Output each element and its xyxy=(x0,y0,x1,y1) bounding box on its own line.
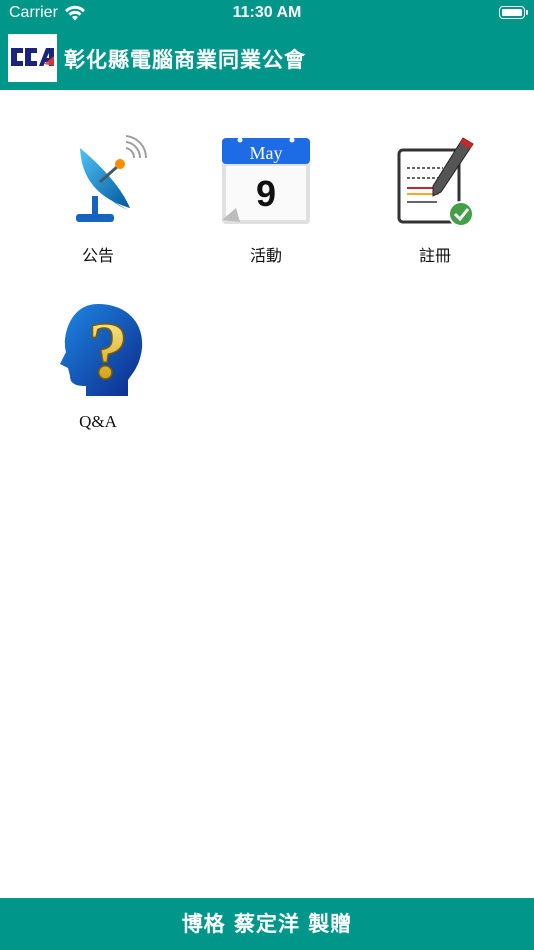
top-bar: Carrier 11:30 AM 彰化縣電腦商業同業公會 xyxy=(0,0,534,90)
menu-label-announcements: 公告 xyxy=(81,246,114,265)
menu-label-register: 註冊 xyxy=(418,246,451,265)
menu-item-events[interactable]: May 9 活動 xyxy=(201,130,331,266)
menu-item-announcements[interactable]: 公告 xyxy=(33,130,163,266)
menu-item-qa[interactable]: ? Q&A xyxy=(33,300,163,432)
calendar-month: May xyxy=(250,143,283,163)
question-head-icon: ? xyxy=(60,304,143,397)
calendar-icon: May 9 xyxy=(222,137,310,224)
status-time: 11:30 AM xyxy=(232,4,302,21)
register-checklist-icon xyxy=(397,137,474,227)
satellite-dish-icon xyxy=(76,135,148,222)
menu-label-qa: Q&A xyxy=(79,412,117,431)
footer-credit: 博格 蔡定洋 製贈 xyxy=(0,898,534,950)
app-title: 彰化縣電腦商業同業公會 xyxy=(64,48,306,72)
status-bar: Carrier 11:30 AM xyxy=(0,0,534,28)
svg-text:?: ? xyxy=(88,305,129,396)
calendar-day: 9 xyxy=(256,173,276,214)
menu-item-register[interactable]: 註冊 xyxy=(370,130,500,266)
app-logo xyxy=(8,34,57,82)
battery-icon xyxy=(499,6,528,19)
menu-label-events: 活動 xyxy=(249,246,282,265)
